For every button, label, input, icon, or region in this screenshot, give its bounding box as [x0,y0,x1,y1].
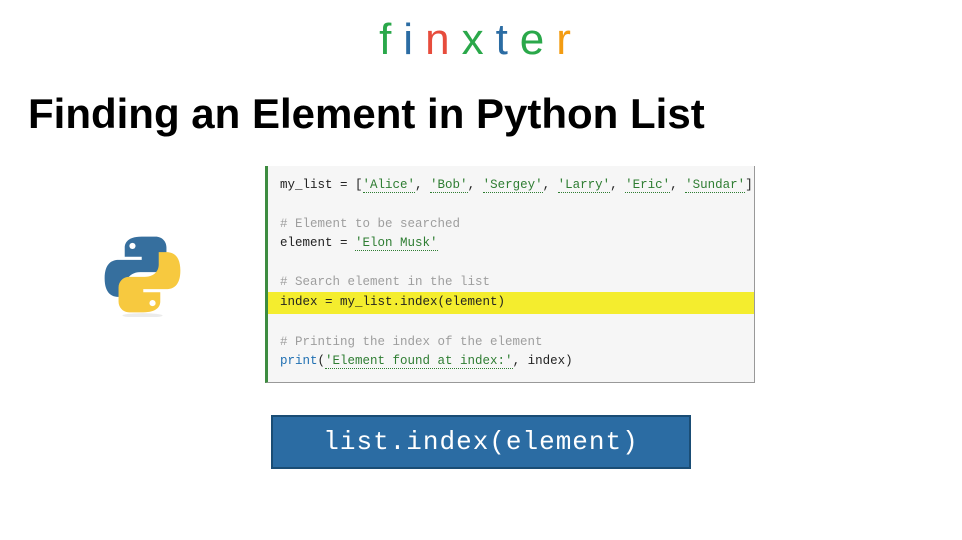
code-block: my_list = ['Alice', 'Bob', 'Sergey', 'La… [265,166,755,383]
logo-letter: e [520,15,556,65]
code-blank [268,314,754,333]
logo-letter: t [496,15,520,65]
code-line-highlighted: index = my_list.index(element) [268,292,754,313]
code-blank [268,195,754,214]
code-comment-1: # Element to be searched [268,215,754,234]
code-line-2: element = 'Elon Musk' [268,234,754,253]
method-signature: list.index(element) [271,415,691,469]
logo-letter: x [462,15,496,65]
content-row: my_list = ['Alice', 'Bob', 'Sergey', 'La… [0,166,962,383]
code-comment-2: # Search element in the list [268,273,754,292]
logo-letter: r [556,15,583,65]
code-line-1: my_list = ['Alice', 'Bob', 'Sergey', 'La… [268,176,754,195]
code-line-4: print('Element found at index:', index) [268,352,754,371]
code-comment-3: # Printing the index of the element [268,333,754,352]
logo-letter: n [425,15,461,65]
logo: finxter [0,0,962,65]
python-icon [100,232,185,317]
page-title: Finding an Element in Python List [0,65,962,138]
logo-letter: i [403,15,425,65]
code-blank [268,254,754,273]
logo-letter: f [379,15,403,65]
